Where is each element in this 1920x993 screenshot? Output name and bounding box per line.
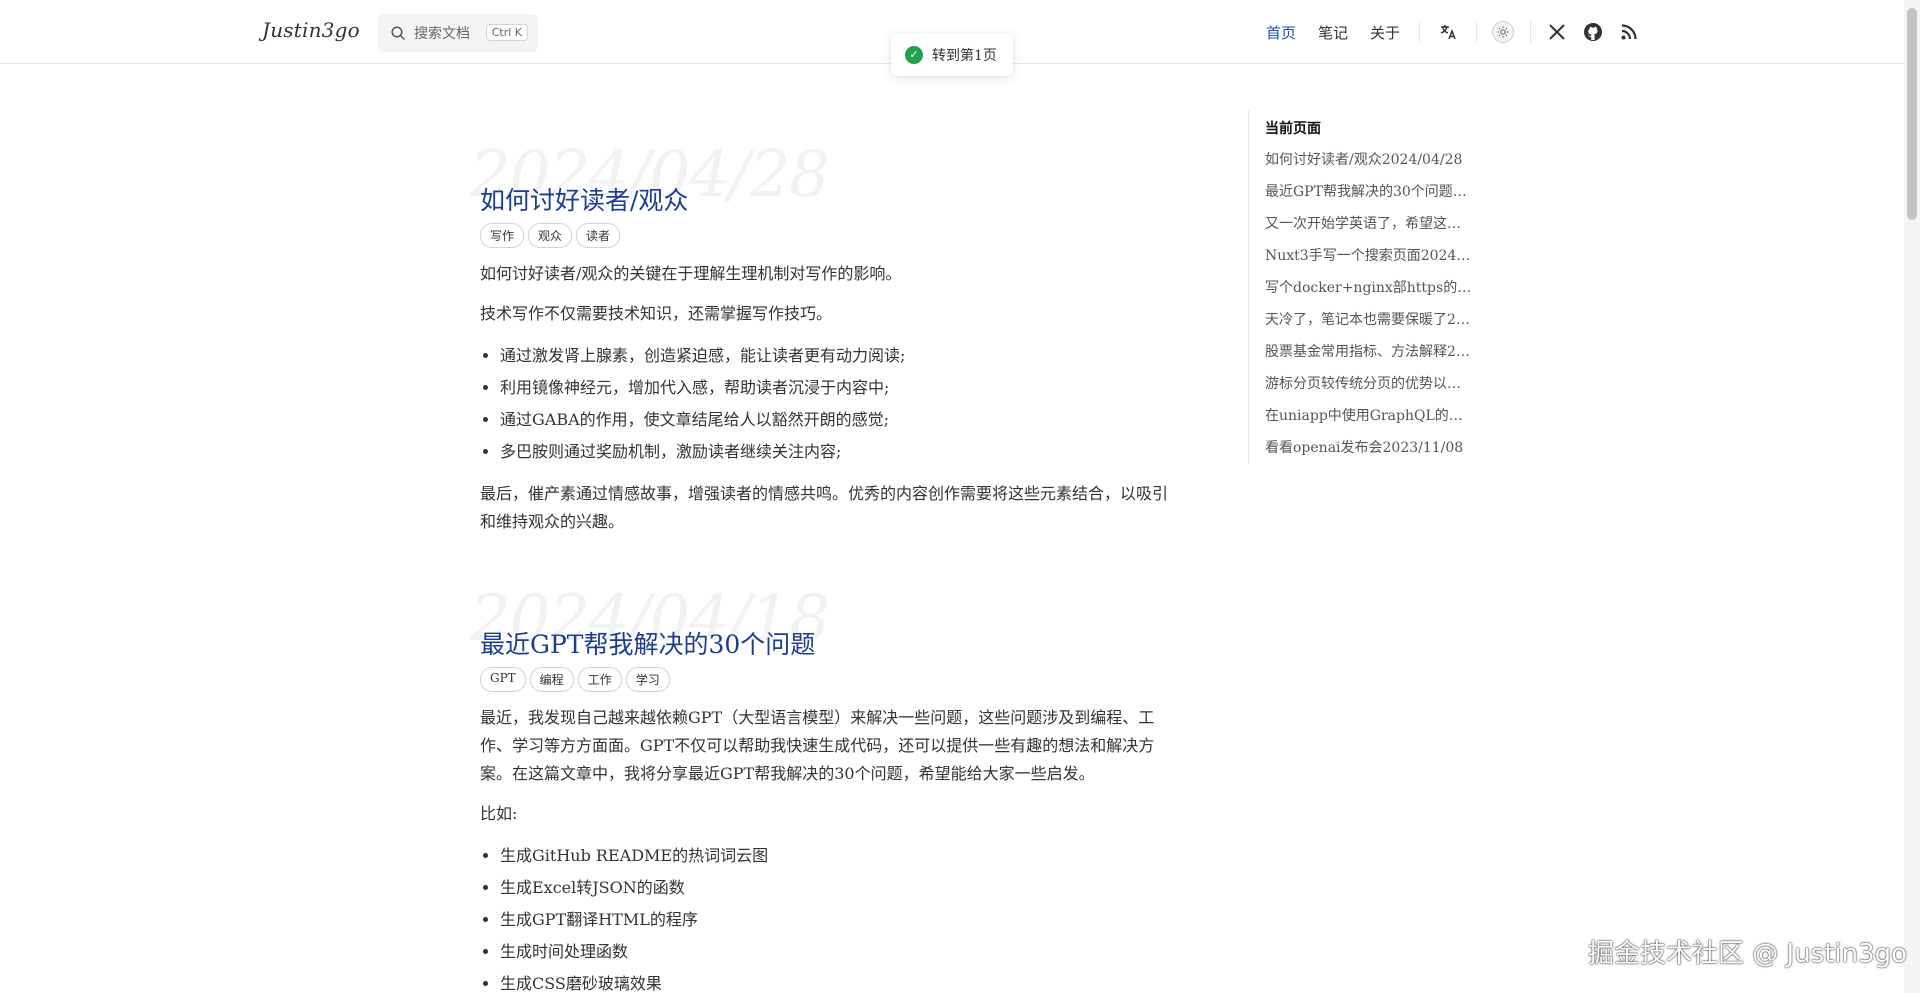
site-logo[interactable]: Justin3go (262, 18, 360, 42)
theme-toggle-icon[interactable] (1492, 21, 1514, 43)
table-of-contents: 当前页面 如何讨好读者/观众2024/04/28 最近GPT帮我解决的30个问题… (1248, 110, 1488, 464)
article-card: 2024/04/18 最近GPT帮我解决的30个问题 GPT 编程 工作 学习 … (470, 572, 1170, 993)
toc-item[interactable]: Nuxt3手写一个搜索页面2024/… (1265, 240, 1475, 272)
translate-icon[interactable] (1436, 20, 1460, 44)
article-list: 2024/04/28 如何讨好读者/观众 写作 观众 读者 如何讨好读者/观众的… (470, 128, 1170, 993)
nav-divider (1476, 20, 1477, 44)
article-paragraph: 比如: (480, 804, 518, 823)
article-title[interactable]: 如何讨好读者/观众 (480, 128, 1170, 217)
article-list-items: 生成GitHub README的热词词云图 生成Excel转JSON的函数 生成… (480, 840, 1170, 993)
list-item: 生成CSS磨砂玻璃效果 (500, 968, 1170, 993)
tag[interactable]: 学习 (625, 667, 670, 692)
nav-divider (1530, 20, 1531, 44)
page-scrollbar[interactable] (1904, 0, 1920, 993)
nav-divider (1419, 20, 1420, 44)
toc-item[interactable]: 最近GPT帮我解决的30个问题2… (1265, 176, 1475, 208)
tag-list: GPT 编程 工作 学习 (480, 667, 1170, 692)
list-item: 生成GPT翻译HTML的程序 (500, 904, 1170, 936)
scrollbar-thumb[interactable] (1907, 8, 1917, 220)
tag[interactable]: 观众 (528, 223, 573, 248)
article-title[interactable]: 最近GPT帮我解决的30个问题 (480, 572, 1170, 661)
x-twitter-icon[interactable] (1545, 20, 1569, 44)
toc-item[interactable]: 在uniapp中使用GraphQL的… (1265, 400, 1475, 432)
article-paragraph: 最后，催产素通过情感故事，增强读者的情感共鸣。优秀的内容创作需要将这些元素结合，… (480, 484, 1169, 531)
tag[interactable]: GPT (480, 667, 526, 692)
article-card: 2024/04/28 如何讨好读者/观众 写作 观众 读者 如何讨好读者/观众的… (470, 128, 1170, 536)
list-item: 通过GABA的作用，使文章结尾给人以豁然开朗的感觉; (500, 404, 1170, 436)
article-paragraph: 技术写作不仅需要技术知识，还需掌握写作技巧。 (480, 304, 833, 323)
article-list-items: 通过激发肾上腺素，创造紧迫感，能让读者更有动力阅读; 利用镜像神经元，增加代入感… (480, 340, 1170, 468)
search-placeholder: 搜索文档 (414, 26, 470, 42)
watermark: 掘金技术社区 @ Justin3go (1588, 939, 1908, 969)
article-paragraph: 最近，我发现自己越来越依赖GPT（大型语言模型）来解决一些问题，这些问题涉及到编… (480, 708, 1155, 783)
toast-notification: ✓ 转到第1页 (891, 33, 1013, 76)
toc-item[interactable]: 天冷了，笔记本也需要保暖了2… (1265, 304, 1475, 336)
main-nav: 首页 笔记 关于 (1266, 22, 1400, 43)
rss-icon[interactable] (1617, 20, 1641, 44)
check-circle-icon: ✓ (905, 45, 923, 64)
toc-item[interactable]: 看看openai发布会2023/11/08 (1265, 432, 1475, 464)
search-button[interactable]: 搜索文档 Ctrl K (378, 14, 538, 52)
list-item: 生成时间处理函数 (500, 936, 1170, 968)
list-item: 生成Excel转JSON的函数 (500, 872, 1170, 904)
toc-item[interactable]: 股票基金常用指标、方法解释2… (1265, 336, 1475, 368)
tag-list: 写作 观众 读者 (480, 223, 1170, 248)
search-icon (391, 26, 405, 40)
tag[interactable]: 编程 (529, 667, 574, 692)
search-shortcut: Ctrl K (485, 24, 528, 41)
list-item: 利用镜像神经元，增加代入感，帮助读者沉浸于内容中; (500, 372, 1170, 404)
toc-heading: 当前页面 (1265, 121, 1321, 137)
tag[interactable]: 写作 (480, 223, 525, 248)
toc-item[interactable]: 又一次开始学英语了，希望这… (1265, 208, 1475, 240)
tag[interactable]: 读者 (576, 223, 621, 248)
article-paragraph: 如何讨好读者/观众的关键在于理解生理机制对写作的影响。 (480, 264, 902, 283)
nav-about[interactable]: 关于 (1370, 22, 1400, 43)
toc-item[interactable]: 写个docker+nginx部https的… (1265, 272, 1475, 304)
toc-item[interactable]: 游标分页较传统分页的优势以… (1265, 368, 1475, 400)
nav-notes[interactable]: 笔记 (1318, 22, 1348, 43)
toc-item[interactable]: 如何讨好读者/观众2024/04/28 (1265, 144, 1475, 176)
toast-text: 转到第1页 (932, 47, 997, 64)
list-item: 生成GitHub README的热词词云图 (500, 840, 1170, 872)
github-icon[interactable] (1581, 20, 1605, 44)
list-item: 通过激发肾上腺素，创造紧迫感，能让读者更有动力阅读; (500, 340, 1170, 372)
tag[interactable]: 工作 (577, 667, 622, 692)
nav-home[interactable]: 首页 (1266, 22, 1296, 43)
list-item: 多巴胺则通过奖励机制，激励读者继续关注内容; (500, 436, 1170, 468)
